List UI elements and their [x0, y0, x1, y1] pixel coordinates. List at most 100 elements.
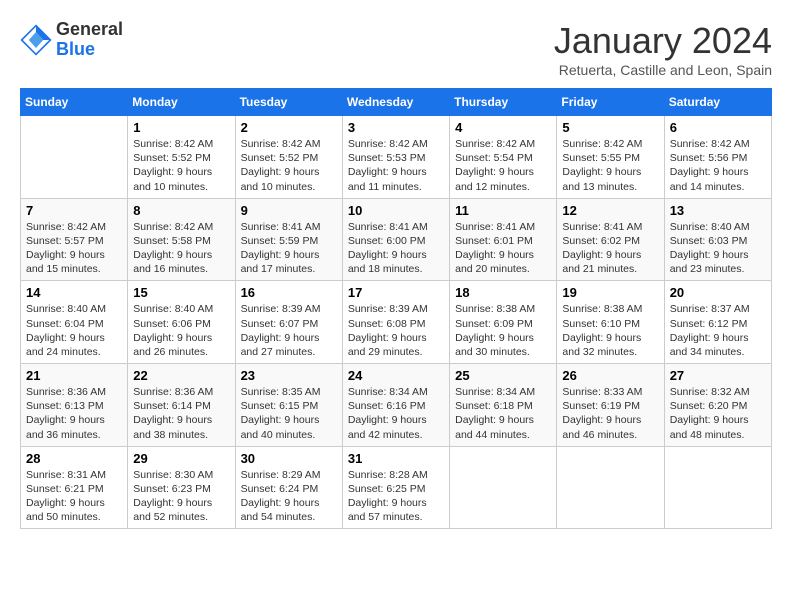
calendar-table: SundayMondayTuesdayWednesdayThursdayFrid… — [20, 88, 772, 529]
day-info: Sunrise: 8:41 AM Sunset: 6:00 PM Dayligh… — [348, 220, 444, 277]
day-info: Sunrise: 8:42 AM Sunset: 5:58 PM Dayligh… — [133, 220, 229, 277]
week-row-2: 7Sunrise: 8:42 AM Sunset: 5:57 PM Daylig… — [21, 198, 772, 281]
day-info: Sunrise: 8:41 AM Sunset: 5:59 PM Dayligh… — [241, 220, 337, 277]
day-number: 3 — [348, 120, 444, 135]
day-number: 22 — [133, 368, 229, 383]
calendar-cell: 8Sunrise: 8:42 AM Sunset: 5:58 PM Daylig… — [128, 198, 235, 281]
calendar-cell: 22 Sunrise: 8:36 AM Sunset: 6:14 PM Dayli… — [128, 364, 235, 447]
calendar-cell: 19 Sunrise: 8:38 AM Sunset: 6:10 PM Dayli… — [557, 281, 664, 364]
calendar-cell: 5Sunrise: 8:42 AM Sunset: 5:55 PM Daylig… — [557, 116, 664, 199]
day-info: Sunrise: 8:39 AM Sunset: 6:08 PM Dayligh… — [348, 302, 444, 359]
day-info: Sunrise: 8:41 AM Sunset: 6:01 PM Dayligh… — [455, 220, 551, 277]
day-info: Sunrise: 8:28 AM Sunset: 6:25 PM Dayligh… — [348, 468, 444, 525]
day-info: Sunrise: 8:42 AM Sunset: 5:52 PM Dayligh… — [133, 137, 229, 194]
week-row-1: 1 Sunrise: 8:42 AM Sunset: 5:52 PM Daylig… — [21, 116, 772, 199]
day-number: 9 — [241, 203, 337, 218]
weekday-header-row: SundayMondayTuesdayWednesdayThursdayFrid… — [21, 89, 772, 116]
day-number: 14 — [26, 285, 122, 300]
calendar-cell: 14 Sunrise: 8:40 AM Sunset: 6:04 PM Dayli… — [21, 281, 128, 364]
title-block: January 2024 Retuerta, Castille and Leon… — [554, 20, 772, 78]
day-number: 18 — [455, 285, 551, 300]
calendar-cell: 15Sunrise: 8:40 AM Sunset: 6:06 PM Dayli… — [128, 281, 235, 364]
calendar-cell: 6 Sunrise: 8:42 AM Sunset: 5:56 PM Daylig… — [664, 116, 771, 199]
calendar-cell: 16Sunrise: 8:39 AM Sunset: 6:07 PM Dayli… — [235, 281, 342, 364]
weekday-monday: Monday — [128, 89, 235, 116]
day-number: 26 — [562, 368, 658, 383]
page-header: General Blue January 2024 Retuerta, Cast… — [20, 20, 772, 78]
day-number: 20 — [670, 285, 766, 300]
calendar-cell: 26 Sunrise: 8:33 AM Sunset: 6:19 PM Dayli… — [557, 364, 664, 447]
day-number: 30 — [241, 451, 337, 466]
day-info: Sunrise: 8:41 AM Sunset: 6:02 PM Dayligh… — [562, 220, 658, 277]
day-info: Sunrise: 8:36 AM Sunset: 6:14 PM Dayligh… — [133, 385, 229, 442]
calendar-cell: 10 Sunrise: 8:41 AM Sunset: 6:00 PM Dayli… — [342, 198, 449, 281]
calendar-cell: 28 Sunrise: 8:31 AM Sunset: 6:21 PM Dayli… — [21, 446, 128, 529]
calendar-cell: 13 Sunrise: 8:40 AM Sunset: 6:03 PM Dayli… — [664, 198, 771, 281]
day-info: Sunrise: 8:38 AM Sunset: 6:10 PM Dayligh… — [562, 302, 658, 359]
day-number: 17 — [348, 285, 444, 300]
day-number: 28 — [26, 451, 122, 466]
logo-blue: Blue — [56, 39, 95, 59]
logo-text: General Blue — [56, 20, 123, 60]
day-number: 31 — [348, 451, 444, 466]
calendar-cell: 30Sunrise: 8:29 AM Sunset: 6:24 PM Dayli… — [235, 446, 342, 529]
calendar-cell — [450, 446, 557, 529]
day-number: 6 — [670, 120, 766, 135]
day-number: 24 — [348, 368, 444, 383]
day-info: Sunrise: 8:32 AM Sunset: 6:20 PM Dayligh… — [670, 385, 766, 442]
day-info: Sunrise: 8:42 AM Sunset: 5:55 PM Dayligh… — [562, 137, 658, 194]
day-number: 12 — [562, 203, 658, 218]
day-info: Sunrise: 8:42 AM Sunset: 5:52 PM Dayligh… — [241, 137, 337, 194]
day-number: 21 — [26, 368, 122, 383]
weekday-sunday: Sunday — [21, 89, 128, 116]
day-info: Sunrise: 8:31 AM Sunset: 6:21 PM Dayligh… — [26, 468, 122, 525]
calendar-cell: 21 Sunrise: 8:36 AM Sunset: 6:13 PM Dayli… — [21, 364, 128, 447]
day-info: Sunrise: 8:30 AM Sunset: 6:23 PM Dayligh… — [133, 468, 229, 525]
day-info: Sunrise: 8:37 AM Sunset: 6:12 PM Dayligh… — [670, 302, 766, 359]
calendar-cell: 27 Sunrise: 8:32 AM Sunset: 6:20 PM Dayli… — [664, 364, 771, 447]
day-info: Sunrise: 8:38 AM Sunset: 6:09 PM Dayligh… — [455, 302, 551, 359]
calendar-cell: 9 Sunrise: 8:41 AM Sunset: 5:59 PM Daylig… — [235, 198, 342, 281]
calendar-cell: 25 Sunrise: 8:34 AM Sunset: 6:18 PM Dayli… — [450, 364, 557, 447]
logo-general: General — [56, 19, 123, 39]
calendar-cell: 18 Sunrise: 8:38 AM Sunset: 6:09 PM Dayli… — [450, 281, 557, 364]
day-number: 2 — [241, 120, 337, 135]
calendar-cell: 17 Sunrise: 8:39 AM Sunset: 6:08 PM Dayli… — [342, 281, 449, 364]
day-number: 25 — [455, 368, 551, 383]
day-info: Sunrise: 8:33 AM Sunset: 6:19 PM Dayligh… — [562, 385, 658, 442]
calendar-cell: 1 Sunrise: 8:42 AM Sunset: 5:52 PM Daylig… — [128, 116, 235, 199]
calendar-cell: 20 Sunrise: 8:37 AM Sunset: 6:12 PM Dayli… — [664, 281, 771, 364]
calendar-cell: 24Sunrise: 8:34 AM Sunset: 6:16 PM Dayli… — [342, 364, 449, 447]
calendar-cell: 4Sunrise: 8:42 AM Sunset: 5:54 PM Daylig… — [450, 116, 557, 199]
day-number: 19 — [562, 285, 658, 300]
day-info: Sunrise: 8:40 AM Sunset: 6:03 PM Dayligh… — [670, 220, 766, 277]
weekday-tuesday: Tuesday — [235, 89, 342, 116]
calendar-cell: 31 Sunrise: 8:28 AM Sunset: 6:25 PM Dayli… — [342, 446, 449, 529]
calendar-cell: 3 Sunrise: 8:42 AM Sunset: 5:53 PM Daylig… — [342, 116, 449, 199]
calendar-cell: 11 Sunrise: 8:41 AM Sunset: 6:01 PM Dayli… — [450, 198, 557, 281]
day-number: 29 — [133, 451, 229, 466]
day-number: 11 — [455, 203, 551, 218]
weekday-friday: Friday — [557, 89, 664, 116]
calendar-cell — [664, 446, 771, 529]
week-row-4: 21 Sunrise: 8:36 AM Sunset: 6:13 PM Dayli… — [21, 364, 772, 447]
day-info: Sunrise: 8:34 AM Sunset: 6:18 PM Dayligh… — [455, 385, 551, 442]
day-info: Sunrise: 8:42 AM Sunset: 5:53 PM Dayligh… — [348, 137, 444, 194]
logo-icon — [20, 24, 52, 56]
day-info: Sunrise: 8:42 AM Sunset: 5:56 PM Dayligh… — [670, 137, 766, 194]
weekday-wednesday: Wednesday — [342, 89, 449, 116]
day-number: 15 — [133, 285, 229, 300]
calendar-cell: 7Sunrise: 8:42 AM Sunset: 5:57 PM Daylig… — [21, 198, 128, 281]
day-number: 10 — [348, 203, 444, 218]
calendar-cell: 2 Sunrise: 8:42 AM Sunset: 5:52 PM Daylig… — [235, 116, 342, 199]
day-info: Sunrise: 8:40 AM Sunset: 6:04 PM Dayligh… — [26, 302, 122, 359]
day-number: 4 — [455, 120, 551, 135]
day-number: 23 — [241, 368, 337, 383]
weekday-thursday: Thursday — [450, 89, 557, 116]
day-info: Sunrise: 8:36 AM Sunset: 6:13 PM Dayligh… — [26, 385, 122, 442]
day-number: 1 — [133, 120, 229, 135]
day-number: 13 — [670, 203, 766, 218]
calendar-cell — [557, 446, 664, 529]
day-number: 27 — [670, 368, 766, 383]
calendar-cell — [21, 116, 128, 199]
